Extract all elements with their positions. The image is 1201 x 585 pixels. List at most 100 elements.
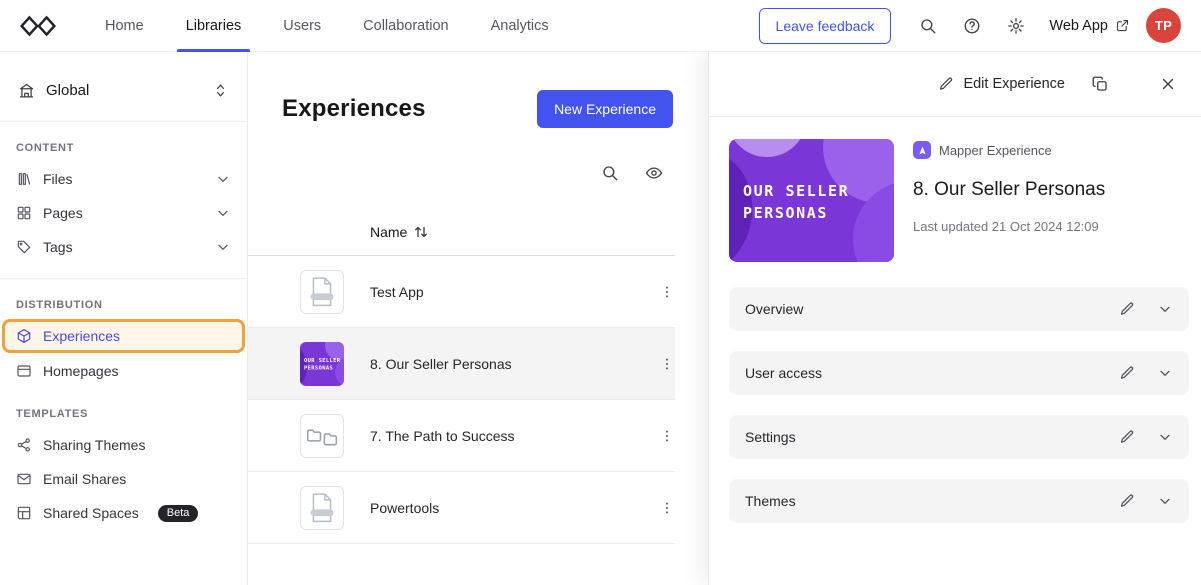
panel-header: Edit Experience [709,52,1201,117]
table-row-path-to-success[interactable]: 7. The Path to Success [248,400,675,472]
sidebar-item-experiences[interactable]: Experiences [2,319,245,353]
sort-icon[interactable] [412,223,430,241]
section-settings[interactable]: Settings [729,415,1189,459]
homepages-icon [16,363,32,379]
section-label: Overview [745,301,804,317]
section-themes[interactable]: Themes [729,479,1189,523]
web-app-link[interactable]: Web App [1049,18,1130,34]
row-actions-kebab-icon[interactable] [659,428,675,444]
new-experience-button[interactable]: New Experience [537,90,673,128]
help-icon[interactable] [953,7,991,45]
experience-detail-panel: Edit Experience OUR SELLER PERSONAS Mapp… [708,52,1201,585]
sidebar-item-label: Shared Spaces [43,505,139,521]
pencil-icon[interactable] [1119,429,1135,445]
pencil-icon[interactable] [1119,301,1135,317]
pencil-icon[interactable] [1119,493,1135,509]
page-title: Experiences [282,95,426,122]
last-updated-text: Last updated 21 Oct 2024 12:09 [913,219,1099,234]
table-row-powertools[interactable]: Powertools [248,472,675,544]
settings-gear-icon[interactable] [997,7,1035,45]
row-actions-kebab-icon[interactable] [659,500,675,516]
scope-selector[interactable]: Global [8,74,239,107]
svg-text:OUR SELLER: OUR SELLER [743,182,849,200]
sidebar-item-shared-spaces[interactable]: Shared Spaces Beta [0,496,247,530]
preview-eye-icon[interactable] [645,164,663,182]
share-icon [16,437,32,453]
sidebar-item-homepages[interactable]: Homepages [0,354,247,388]
topnav-right-cluster: Leave feedback Web App TP [758,7,1181,45]
sidebar-item-pages[interactable]: Pages [0,196,247,230]
edit-experience-button[interactable]: Edit Experience [938,76,1065,92]
sidebar-item-label: Pages [43,205,83,221]
experience-cover-image: OUR SELLER PERSONAS [729,139,894,262]
svg-text:PERSONAS: PERSONAS [743,204,828,222]
experiences-cube-icon [16,328,32,344]
sidebar-item-label: Email Shares [43,471,127,487]
sidebar-item-label: Files [43,171,73,187]
svg-text:PERSONAS: PERSONAS [304,365,333,371]
sidebar: Global CONTENT Files Pages Tags DISTRIBU… [0,52,248,585]
nav-item-collaboration[interactable]: Collaboration [342,0,469,52]
row-actions-kebab-icon[interactable] [659,356,675,372]
pages-icon [16,205,32,221]
edit-experience-label: Edit Experience [963,76,1065,92]
close-panel-icon[interactable] [1159,75,1177,93]
experiences-table: Name Test App OUR SELLER PERSONAS 8. Our… [248,208,675,544]
organization-icon [18,82,35,99]
divider [0,278,247,279]
nav-item-analytics[interactable]: Analytics [470,0,570,52]
pencil-icon[interactable] [1119,365,1135,381]
chevron-down-icon [215,205,231,221]
duplicate-icon[interactable] [1091,75,1109,93]
pencil-icon [938,76,954,92]
experience-cover-thumbnail: OUR SELLER PERSONAS [300,341,344,386]
user-avatar[interactable]: TP [1146,8,1181,43]
sidebar-item-sharing-themes[interactable]: Sharing Themes [0,428,247,462]
section-user-access[interactable]: User access [729,351,1189,395]
row-actions-kebab-icon[interactable] [659,284,675,300]
search-icon[interactable] [601,164,619,182]
section-title-templates: TEMPLATES [16,408,89,420]
experience-summary: Mapper Experience 8. Our Seller Personas… [913,139,1105,262]
detail-sections: Overview User access Settings Themes [729,287,1189,523]
divider [0,121,247,122]
document-thumbnail [300,269,344,314]
experience-title: 8. Our Seller Personas [913,179,1106,200]
web-app-label: Web App [1049,17,1108,34]
sidebar-item-label: Tags [43,239,73,255]
chevron-down-icon [215,239,231,255]
primary-nav: Home Libraries Users Collaboration Analy… [84,0,570,52]
external-link-icon [1115,18,1130,33]
top-navigation: Home Libraries Users Collaboration Analy… [0,0,1201,52]
sidebar-item-files[interactable]: Files [0,162,247,196]
nav-item-users[interactable]: Users [262,0,342,52]
table-toolbar [248,128,675,182]
nav-item-libraries[interactable]: Libraries [165,0,263,52]
column-header-name[interactable]: Name [370,224,407,240]
table-header-row: Name [248,208,675,256]
chevron-down-icon [215,171,231,187]
nav-item-home[interactable]: Home [84,0,165,52]
search-icon[interactable] [909,7,947,45]
chevron-down-icon[interactable] [1157,429,1173,445]
sidebar-item-tags[interactable]: Tags [0,230,247,264]
chevron-down-icon[interactable] [1157,493,1173,509]
section-overview[interactable]: Overview [729,287,1189,331]
section-label: Settings [745,429,796,445]
experience-type-badge: Mapper Experience [939,142,1052,158]
sidebar-item-label: Homepages [43,363,119,379]
chevron-down-icon[interactable] [1157,301,1173,317]
row-name: Powertools [370,499,440,516]
chevron-updown-icon [212,82,229,99]
sidebar-item-email-shares[interactable]: Email Shares [0,462,247,496]
table-row-test-app[interactable]: Test App [248,256,675,328]
showpad-logo-icon[interactable] [20,15,56,37]
section-label: Themes [745,493,796,509]
row-name: 7. The Path to Success [370,427,515,444]
document-thumbnail [300,485,344,530]
section-title-content: CONTENT [16,142,75,154]
leave-feedback-button[interactable]: Leave feedback [758,7,892,44]
table-row-seller-personas[interactable]: OUR SELLER PERSONAS 8. Our Seller Person… [248,328,675,400]
chevron-down-icon[interactable] [1157,365,1173,381]
folders-thumbnail [300,413,344,458]
